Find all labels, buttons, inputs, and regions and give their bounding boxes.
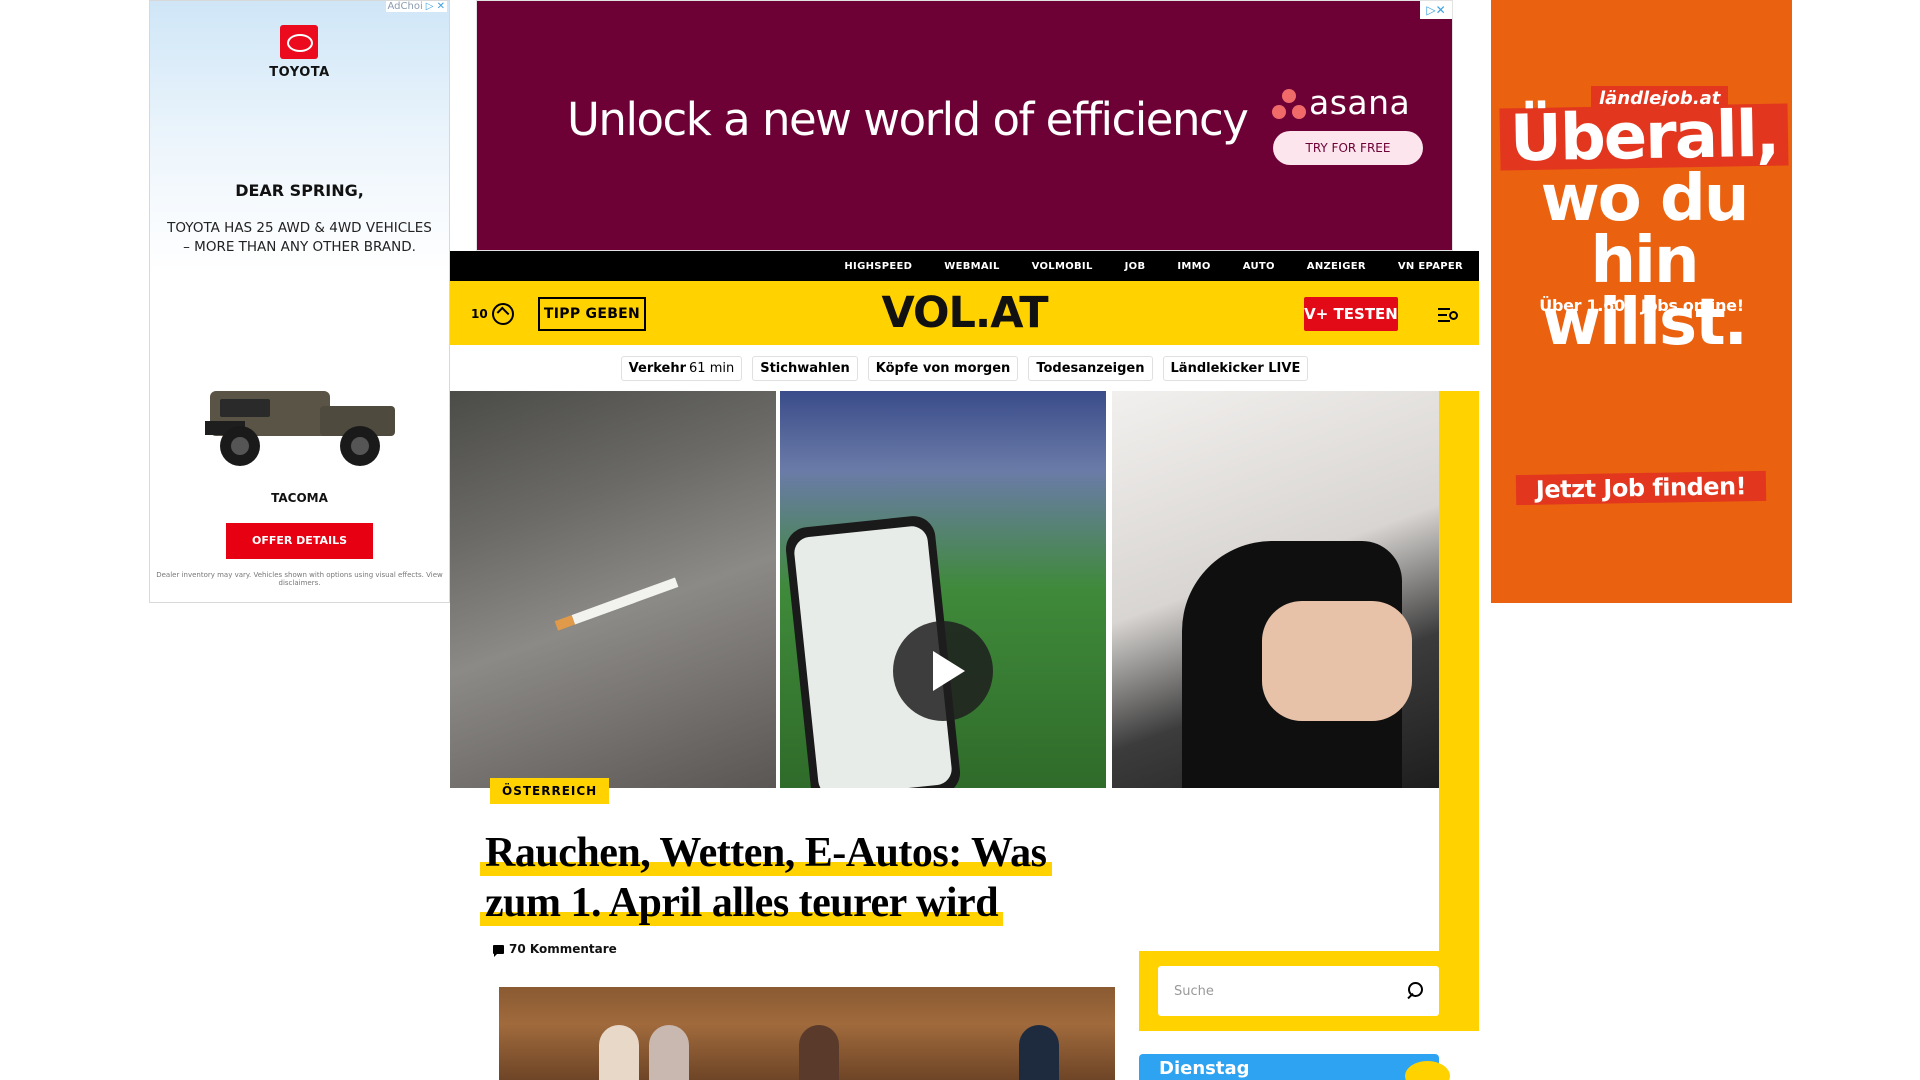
topnav-anzeiger[interactable]: ANZEIGER <box>1307 261 1366 272</box>
vol-site: HIGHSPEED WEBMAIL VOLMOBIL JOB IMMO AUTO… <box>450 251 1479 1080</box>
truck-image <box>205 391 395 466</box>
ad-headline-line2: wo du hin <box>1540 162 1750 298</box>
quicklink-verkehr[interactable]: Verkehr 61 min <box>620 355 743 381</box>
ad-copy: TOYOTA HAS 25 AWD & 4WD VEHICLES – MORE … <box>167 220 432 255</box>
topnav-job[interactable]: JOB <box>1125 261 1146 272</box>
job-finden-button[interactable]: Jetzt Job finden! <box>1515 470 1767 506</box>
search-input[interactable] <box>1174 980 1394 1002</box>
topnav-auto[interactable]: AUTO <box>1243 261 1275 272</box>
vplus-testen-button[interactable]: V+ TESTEN <box>1304 297 1398 331</box>
offer-details-button[interactable]: OFFER DETAILS <box>226 523 373 559</box>
site-header: 10 TIPP GEBEN VOL.AT V+ TESTEN <box>450 281 1479 345</box>
topnav-highspeed[interactable]: HIGHSPEED <box>844 261 912 272</box>
topnav-immo[interactable]: IMMO <box>1177 261 1210 272</box>
ad-headline-line1: Überall, <box>1499 98 1789 176</box>
menu-search-icon[interactable] <box>1438 305 1462 325</box>
comments-link[interactable]: 70 Kommentare <box>493 942 617 957</box>
toyota-logo-icon <box>280 25 318 59</box>
category-badge[interactable]: ÖSTERREICH <box>490 778 610 804</box>
ad-subline: Über 1.600 Jobs online! <box>1539 296 1744 315</box>
headline-line2: zum 1. April alles teurer wird <box>480 880 1004 926</box>
close-icon[interactable]: ▷ ✕ <box>426 1 445 12</box>
courtroom-image[interactable] <box>499 987 1115 1080</box>
sidebar-accent <box>1439 391 1479 1031</box>
play-icon[interactable] <box>893 621 993 721</box>
hand-image <box>1262 601 1412 721</box>
topnav-vn-epaper[interactable]: VN EPAPER <box>1398 261 1463 272</box>
ad-headline: DEAR SPRING, <box>235 181 364 200</box>
comment-icon <box>493 944 504 957</box>
hero-image-betting[interactable] <box>780 391 1106 788</box>
weather-card[interactable]: Dienstag <box>1139 1054 1439 1080</box>
quicklink-verkehr-label: Verkehr <box>628 360 687 376</box>
asana-dots-icon <box>1271 89 1307 121</box>
ad-headline: Überall, wo du hin willst. <box>1491 98 1792 355</box>
ad-headline: Unlock a new world of efficiency <box>567 93 1249 146</box>
weather-day: Dienstag <box>1159 1058 1250 1079</box>
ad-brand: TOYOTA <box>269 65 330 80</box>
quicklink-koepfe-von-morgen[interactable]: Köpfe von morgen <box>867 355 1019 381</box>
topnav-webmail[interactable]: WEBMAIL <box>944 261 999 272</box>
topnav-volmobil[interactable]: VOLMOBIL <box>1032 261 1093 272</box>
cigarette-image <box>571 577 679 625</box>
toyota-ad[interactable]: AdChoi ▷ ✕ TOYOTA DEAR SPRING, TOYOTA HAS… <box>149 0 450 603</box>
adchoices-badge[interactable]: AdChoi ▷ ✕ <box>385 1 447 12</box>
asana-wordmark: asana <box>1309 83 1411 122</box>
comments-count: 70 Kommentare <box>509 942 617 956</box>
asana-ad[interactable]: ▷✕ Unlock a new world of efficiency asan… <box>476 0 1453 251</box>
quicklink-laendlekicker-live[interactable]: Ländlekicker LIVE <box>1162 355 1309 381</box>
search-panel <box>1139 951 1479 1031</box>
quicklink-todesanzeigen[interactable]: Todesanzeigen <box>1028 355 1153 381</box>
try-for-free-button[interactable]: TRY FOR FREE <box>1273 131 1423 165</box>
top-navigation: HIGHSPEED WEBMAIL VOLMOBIL JOB IMMO AUTO… <box>450 251 1479 281</box>
lead-article: ÖSTERREICH Rauchen, Wetten, E-Autos: Was… <box>450 778 1139 1080</box>
sun-icon <box>1405 1061 1450 1080</box>
headline-line1: Rauchen, Wetten, E-Autos: Was <box>480 830 1052 876</box>
search-box[interactable] <box>1158 966 1439 1016</box>
ad-disclaimer: Dealer inventory may vary. Vehicles show… <box>156 571 443 587</box>
verkehr-time: 61 min <box>689 360 735 376</box>
ad-model: TACOMA <box>271 491 328 505</box>
article-headline[interactable]: Rauchen, Wetten, E-Autos: Was zum 1. Apr… <box>480 828 1120 928</box>
search-icon[interactable] <box>1406 982 1423 999</box>
adchoices-label: AdChoi <box>387 1 423 12</box>
quicklink-stichwahlen[interactable]: Stichwahlen <box>752 355 858 381</box>
laendlejob-ad[interactable]: ländlejob.at Überall, wo du hin willst. … <box>1491 0 1792 603</box>
ad-close-icon[interactable]: ▷✕ <box>1420 1 1452 19</box>
hero-image-ev-charging[interactable] <box>1112 391 1439 788</box>
hero-image-smoking[interactable] <box>450 391 776 788</box>
quicklinks-bar: Verkehr 61 min Stichwahlen Köpfe von morg… <box>450 345 1479 391</box>
